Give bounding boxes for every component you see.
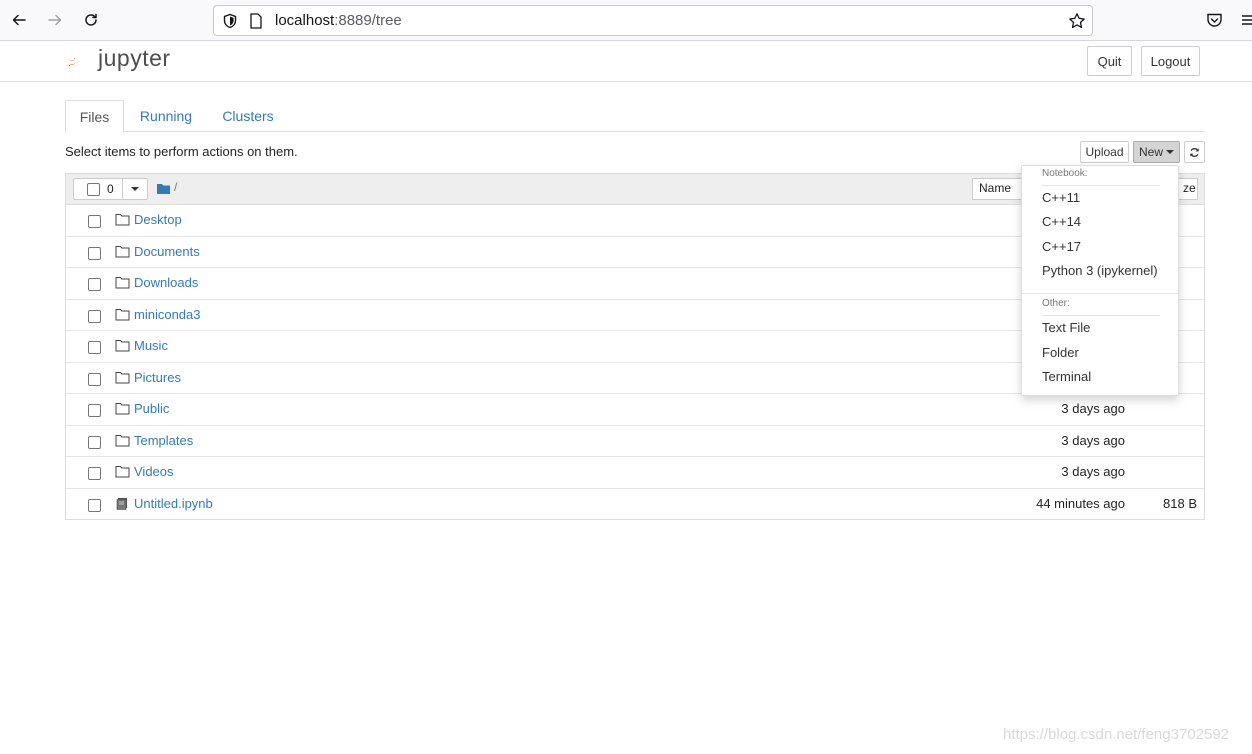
row-checkbox[interactable]: [88, 404, 101, 417]
selected-count: 0: [107, 182, 114, 196]
reload-icon: [85, 13, 97, 26]
caret-down-icon[interactable]: [131, 187, 139, 191]
folder-icon: [115, 277, 130, 289]
divider: [1042, 315, 1160, 316]
url-bar[interactable]: localhost:8889/tree: [213, 5, 1093, 36]
file-row[interactable]: Templates 3 days ago: [66, 426, 1204, 457]
breadcrumb[interactable]: /: [174, 180, 177, 194]
file-name-link[interactable]: Documents: [134, 244, 200, 259]
back-button[interactable]: [7, 8, 31, 32]
file-modified: 3 days ago: [1061, 432, 1125, 448]
row-checkbox[interactable]: [88, 435, 101, 449]
row-checkbox[interactable]: [88, 215, 101, 228]
row-checkbox[interactable]: [88, 246, 101, 260]
caret-down-icon: [1166, 150, 1174, 154]
row-checkbox[interactable]: [88, 341, 101, 354]
quit-button[interactable]: Quit: [1087, 46, 1132, 76]
jupyter-header: jupyter Quit Logout: [0, 41, 1252, 82]
row-checkbox[interactable]: [88, 278, 101, 291]
folder-icon: [115, 371, 130, 383]
hamburger-menu-icon[interactable]: [1242, 13, 1252, 27]
divider: [122, 179, 123, 199]
row-checkbox[interactable]: [88, 498, 101, 512]
tab-clusters[interactable]: Clusters: [213, 100, 283, 132]
file-name-link[interactable]: Templates: [134, 433, 193, 448]
file-name-link[interactable]: Untitled.ipynb: [134, 496, 213, 511]
divider: [1042, 185, 1160, 186]
file-modified: 3 days ago: [1061, 464, 1125, 479]
new-button[interactable]: New: [1133, 141, 1180, 163]
url-text[interactable]: localhost:8889/tree: [275, 12, 402, 30]
refresh-icon: [1190, 147, 1199, 157]
jupyter-logo-text[interactable]: jupyter: [98, 45, 171, 72]
folder-icon: [115, 434, 130, 446]
menu-item-folder[interactable]: Folder: [1042, 345, 1079, 360]
pocket-icon[interactable]: [1206, 12, 1223, 29]
arrow-left-icon: [12, 14, 26, 26]
file-name-link[interactable]: Desktop: [134, 212, 182, 227]
sort-name-label: Name: [979, 181, 1012, 195]
notebook-section-header: Notebook:: [1042, 168, 1088, 179]
reload-button[interactable]: [79, 8, 103, 32]
menu-item-cpp17[interactable]: C++17: [1042, 239, 1081, 254]
menu-item-python3[interactable]: Python 3 (ipykernel): [1042, 263, 1158, 278]
file-name-link[interactable]: Pictures: [134, 370, 181, 385]
file-row[interactable]: Videos 3 days ago: [66, 457, 1204, 489]
file-name-link[interactable]: miniconda3: [134, 307, 201, 322]
tab-bar: Files Running Clusters: [65, 100, 1205, 133]
menu-item-cpp14[interactable]: C++14: [1042, 214, 1081, 229]
file-name-link[interactable]: Videos: [134, 464, 174, 479]
sort-size-label: ze: [1183, 181, 1196, 195]
page-icon: [250, 13, 262, 29]
tab-running[interactable]: Running: [131, 100, 201, 132]
watermark: https://blog.csdn.net/feng3702592: [1003, 726, 1230, 743]
new-dropdown-menu: Notebook: C++11 C++14 C++17 Python 3 (ip…: [1021, 165, 1179, 396]
file-size: 818 B: [1163, 495, 1197, 511]
select-all-control[interactable]: 0: [73, 178, 148, 200]
forward-button[interactable]: [43, 8, 67, 32]
sort-by-name-button[interactable]: Name: [972, 178, 1027, 200]
folder-icon: [115, 245, 130, 257]
file-name-link[interactable]: Downloads: [134, 275, 198, 290]
file-modified: 3 days ago: [1061, 401, 1125, 416]
row-checkbox[interactable]: [88, 309, 101, 323]
other-section-header: Other:: [1042, 298, 1070, 309]
notebook-icon: [116, 497, 127, 510]
file-modified: 44 minutes ago: [1036, 495, 1125, 511]
new-button-label: New: [1138, 145, 1163, 159]
folder-icon: [115, 466, 130, 478]
menu-item-text-file[interactable]: Text File: [1042, 320, 1090, 335]
menu-item-cpp11[interactable]: C++11: [1042, 190, 1080, 205]
row-checkbox[interactable]: [88, 467, 101, 480]
folder-icon[interactable]: [157, 183, 170, 194]
divider: [1022, 293, 1178, 294]
select-all-checkbox[interactable]: [87, 183, 100, 196]
folder-icon: [115, 214, 130, 226]
star-icon[interactable]: [1068, 12, 1086, 30]
arrow-right-icon: [48, 14, 62, 26]
file-row[interactable]: Public 3 days ago: [66, 394, 1204, 426]
folder-icon: [115, 403, 130, 415]
file-row[interactable]: Untitled.ipynb 44 minutes ago 818 B: [66, 489, 1204, 521]
url-path: :8889/tree: [334, 12, 402, 29]
upload-button[interactable]: Upload: [1080, 141, 1129, 163]
folder-icon: [115, 340, 130, 352]
row-checkbox[interactable]: [88, 372, 101, 386]
file-name-link[interactable]: Music: [134, 338, 168, 353]
tab-files[interactable]: Files: [65, 100, 124, 133]
file-name-link[interactable]: Public: [134, 401, 169, 416]
folder-icon: [115, 308, 130, 320]
selection-hint: Select items to perform actions on them.: [65, 144, 298, 159]
menu-item-terminal[interactable]: Terminal: [1042, 369, 1091, 384]
browser-toolbar: localhost:8889/tree: [0, 0, 1252, 41]
jupyter-logo-icon[interactable]: [68, 45, 98, 79]
shield-icon[interactable]: [222, 13, 238, 29]
url-host: localhost: [275, 12, 335, 29]
logout-button[interactable]: Logout: [1141, 46, 1200, 76]
refresh-button[interactable]: [1184, 141, 1205, 163]
